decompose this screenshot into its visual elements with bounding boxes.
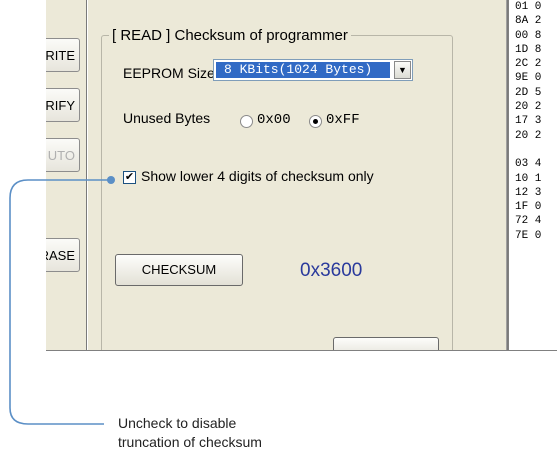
callout-dot-icon [107, 176, 115, 184]
callout-connector [9, 176, 115, 425]
callout-line-2: truncation of checksum [118, 434, 262, 450]
callout-line-1: Uncheck to disable [118, 415, 237, 431]
callout-annotation: Uncheck to disable truncation of checksu… [118, 414, 262, 452]
